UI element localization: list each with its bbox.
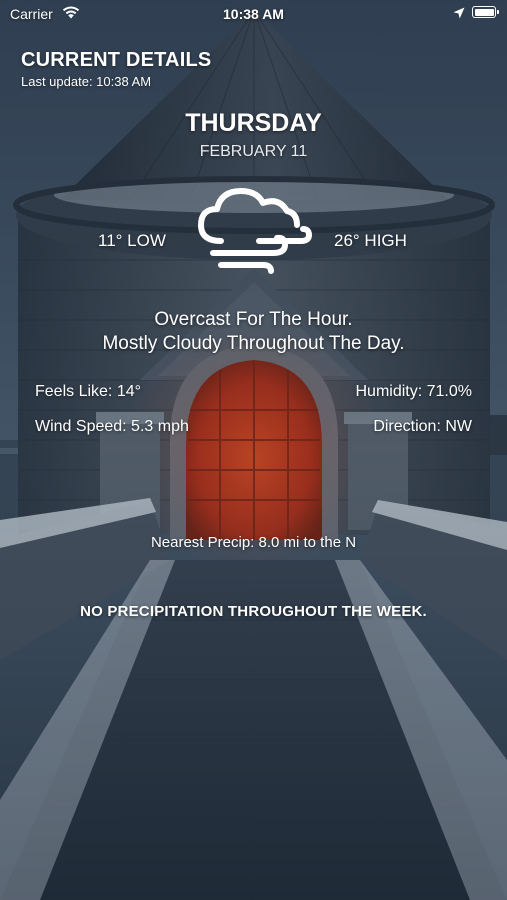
hourly-summary: Overcast For The Hour. xyxy=(154,309,353,330)
status-bar: Carrier 10:38 AM xyxy=(0,0,507,28)
date-label: FEBRUARY 11 xyxy=(199,143,308,160)
humidity-label: Humidity: 71.0% xyxy=(355,383,473,400)
feels-like-label: Feels Like: 14° xyxy=(35,383,142,400)
battery-icon xyxy=(472,6,499,18)
daily-summary: Mostly Cloudy Throughout The Day. xyxy=(102,333,405,354)
wind-direction-label: Direction: NW xyxy=(373,418,472,435)
wind-speed-label: Wind Speed: 5.3 mph xyxy=(35,418,189,435)
weather-screen: Carrier 10:38 AM CURRENT DETAILS Last up… xyxy=(0,0,507,900)
section-title: CURRENT DETAILS xyxy=(21,49,212,71)
nearest-precip-label: Nearest Precip: 8.0 mi to the N xyxy=(150,534,357,551)
low-temperature: 11° LOW xyxy=(98,231,166,250)
location-arrow-icon xyxy=(453,7,465,19)
cloudy-windy-icon xyxy=(198,188,312,274)
weekly-summary: NO PRECIPITATION THROUGHOUT THE WEEK. xyxy=(80,603,427,620)
high-temperature: 26° HIGH xyxy=(334,231,407,250)
status-time: 10:38 AM xyxy=(223,6,284,22)
day-name: THURSDAY xyxy=(185,109,322,137)
last-update-label: Last update: 10:38 AM xyxy=(21,74,152,89)
